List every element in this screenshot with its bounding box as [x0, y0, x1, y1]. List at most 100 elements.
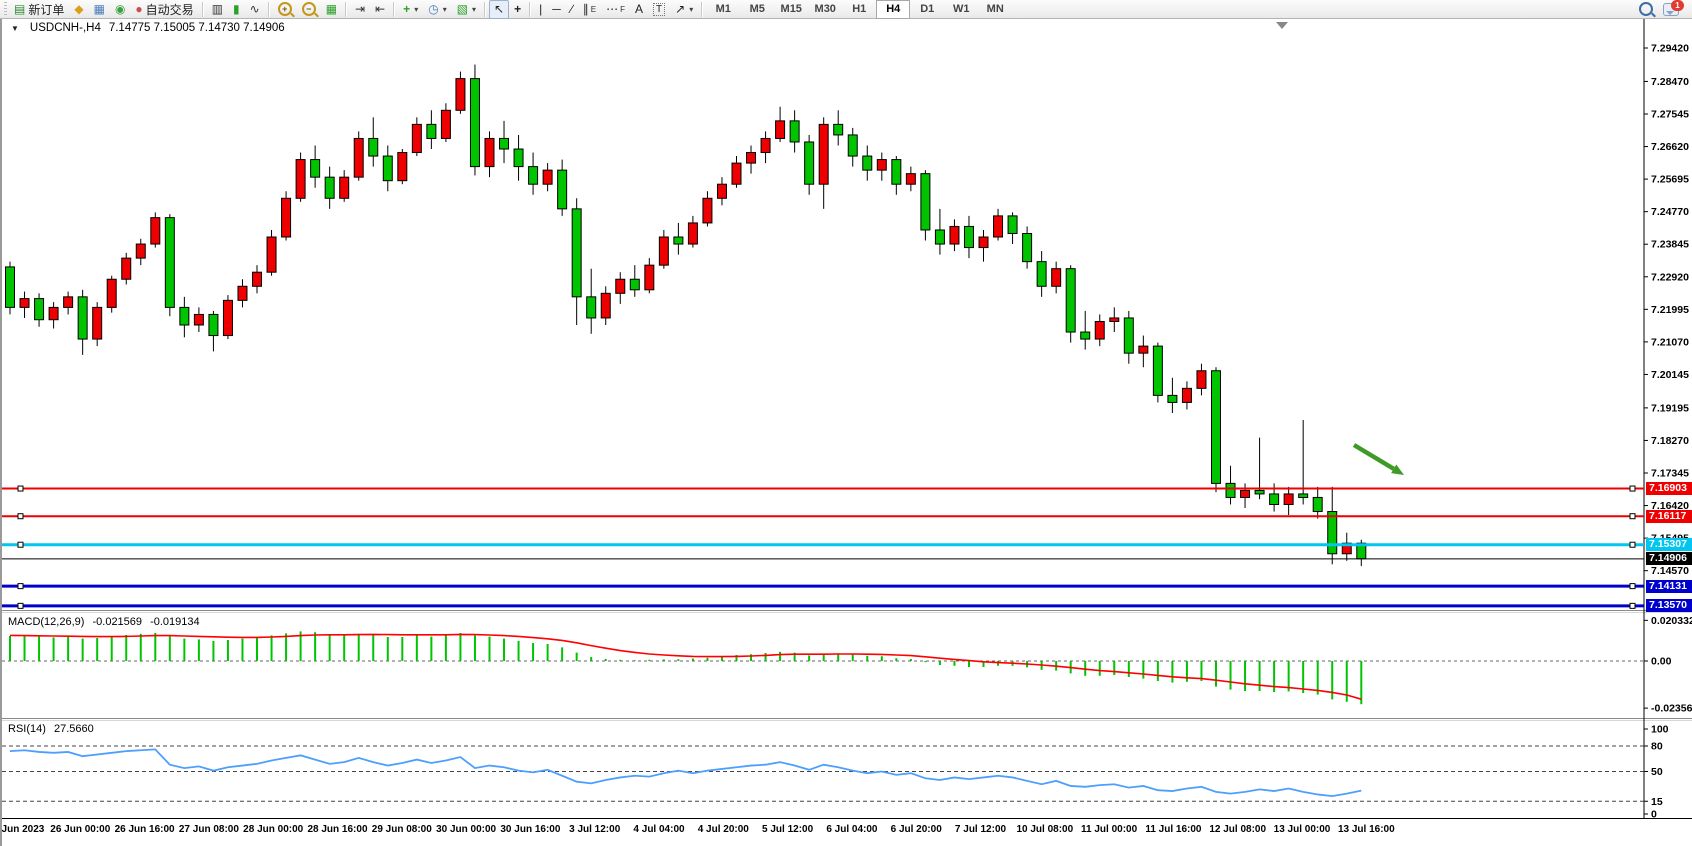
text-label-button[interactable]: T	[648, 0, 670, 19]
rsi-axis-label: 0	[1651, 809, 1657, 821]
toolbar-separator	[701, 2, 703, 17]
price-axis-label: 7.14570	[1651, 565, 1689, 577]
auto-trading-button[interactable]: ● 自动交易	[130, 0, 198, 19]
timeframe-button-d1[interactable]: D1	[910, 0, 944, 19]
timeframe-button-m1[interactable]: M1	[706, 0, 740, 19]
search-button[interactable]	[1634, 0, 1658, 19]
timeframe-button-m5[interactable]: M5	[740, 0, 774, 19]
timeframe-button-mn[interactable]: MN	[978, 0, 1012, 19]
timeframe-group: M1M5M15M30H1H4D1W1MN	[706, 0, 1012, 19]
rsi-axis-label: 50	[1651, 766, 1663, 778]
quotes-button[interactable]: ◆	[69, 0, 88, 19]
annotation-arrow[interactable]	[1354, 445, 1394, 469]
candle	[1328, 512, 1337, 554]
text-button[interactable]: A	[630, 0, 648, 19]
timeframe-button-h1[interactable]: H1	[842, 0, 876, 19]
time-axis-label: 30 Jun 16:00	[500, 824, 560, 835]
chevron-down-icon: ▾	[414, 5, 418, 14]
trend-line-button[interactable]: ∕	[566, 0, 578, 19]
chart-shift-marker-icon	[1276, 22, 1288, 29]
timeframe-button-m15[interactable]: M15	[774, 0, 808, 19]
cursor-button[interactable]: ↖	[489, 0, 509, 19]
bar-chart-icon: ▥	[212, 3, 223, 15]
new-order-button[interactable]: ▤ 新订单	[9, 0, 69, 19]
candle	[485, 138, 494, 166]
timeframe-button-m30[interactable]: M30	[808, 0, 842, 19]
timeframe-button-h4[interactable]: H4	[876, 0, 910, 19]
candle	[979, 237, 988, 248]
line-chart-button[interactable]: ∿	[245, 0, 265, 19]
price-axis-label: 7.16420	[1651, 500, 1689, 512]
chevron-down-icon: ▾	[443, 5, 447, 14]
candle	[1241, 490, 1250, 497]
crosshair-icon: +	[514, 3, 521, 15]
line-selection-handle[interactable]	[18, 486, 23, 491]
zoom-in-icon: +	[278, 2, 292, 16]
price-axis-label: 7.23845	[1651, 239, 1689, 251]
toolbar-separator	[268, 2, 270, 17]
candle	[1066, 269, 1075, 332]
chart-shift-button[interactable]: ⇤	[370, 0, 390, 19]
candle	[543, 170, 552, 184]
rsi-axis-label: 80	[1651, 741, 1663, 753]
chart-window[interactable]: 7.294207.284707.275457.266207.256957.247…	[0, 19, 1692, 846]
toolbar-grip	[4, 2, 7, 17]
arrows-tool-button[interactable]: ↗ ▾	[670, 0, 698, 19]
candle	[1153, 346, 1162, 395]
candle	[253, 272, 262, 286]
signal-button[interactable]: ◉	[110, 0, 130, 19]
candle	[35, 299, 44, 320]
vertical-line-button[interactable]: |	[534, 0, 547, 19]
price-axis-label: 7.18270	[1651, 435, 1689, 447]
templates-button[interactable]: ▧ ▾	[452, 0, 481, 19]
candle	[848, 135, 857, 156]
rsi-line	[10, 749, 1361, 796]
candle	[64, 297, 73, 308]
line-selection-handle[interactable]	[1630, 542, 1635, 547]
line-selection-handle[interactable]	[1630, 486, 1635, 491]
line-selection-handle[interactable]	[1630, 603, 1635, 608]
line-selection-handle[interactable]	[1630, 514, 1635, 519]
candle	[194, 314, 203, 325]
equidistant-channel-button[interactable]: ∥ E	[578, 0, 601, 19]
zoom-out-button[interactable]: −	[297, 0, 321, 19]
candle	[1255, 490, 1264, 494]
candle	[369, 138, 378, 156]
line-selection-handle[interactable]	[18, 603, 23, 608]
fibo-channel-button[interactable]: ⋯ F	[601, 0, 630, 19]
line-selection-handle[interactable]	[1630, 584, 1635, 589]
zoom-in-button[interactable]: +	[273, 0, 297, 19]
indicators-icon: +	[403, 3, 410, 15]
time-axis-label: 3 Jul 12:00	[569, 824, 621, 835]
horizontal-line-button[interactable]: ─	[547, 0, 566, 19]
indicators-button[interactable]: + ▾	[398, 0, 423, 19]
tile-windows-button[interactable]: ▦	[321, 0, 342, 19]
toolbar-separator	[202, 2, 204, 17]
periods-button[interactable]: ◷ ▾	[423, 0, 452, 19]
chart-menu-dropdown-icon[interactable]: ▼	[8, 23, 22, 34]
chevron-down-icon: ▾	[689, 5, 693, 14]
time-axis-label: 29 Jun 08:00	[372, 824, 432, 835]
candle	[717, 184, 726, 198]
candle	[645, 265, 654, 290]
notifications-button[interactable]: 1	[1658, 0, 1684, 19]
price-axis-label: 7.24770	[1651, 206, 1689, 218]
candle	[325, 177, 334, 198]
line-selection-handle[interactable]	[18, 542, 23, 547]
line-selection-handle[interactable]	[18, 514, 23, 519]
crosshair-button[interactable]: +	[509, 0, 526, 19]
templates-icon: ▧	[457, 3, 468, 15]
price-chart-svg[interactable]: 7.294207.284707.275457.266207.256957.247…	[2, 19, 1692, 846]
chart-shift-icon: ⇤	[375, 3, 385, 15]
candlestick-chart-button[interactable]: ▮	[228, 0, 245, 19]
line-selection-handle[interactable]	[18, 584, 23, 589]
macd-axis-label: 0.020332	[1651, 615, 1692, 627]
time-axis-label: 11 Jul 16:00	[1145, 824, 1202, 835]
bar-chart-button[interactable]: ▥	[207, 0, 228, 19]
auto-scroll-button[interactable]: ⇥	[350, 0, 370, 19]
candle	[776, 121, 785, 139]
chart-window-button[interactable]: ▦	[89, 0, 110, 19]
candle	[107, 279, 116, 307]
timeframe-button-w1[interactable]: W1	[944, 0, 978, 19]
candle	[819, 124, 828, 184]
